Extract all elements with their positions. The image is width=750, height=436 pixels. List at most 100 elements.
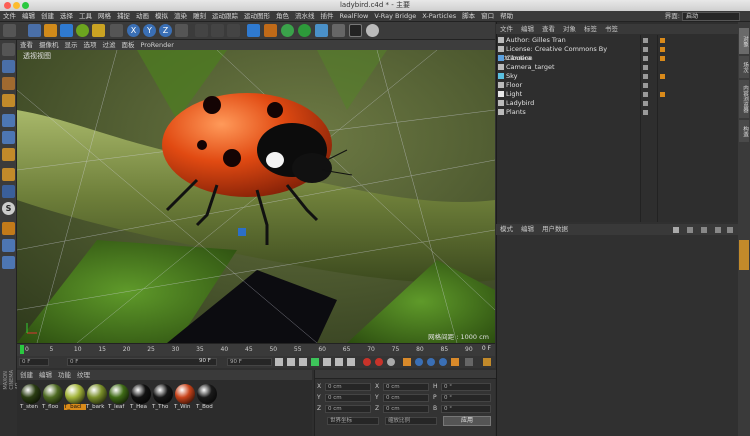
perspective-viewport[interactable]: 透视视图 网格间距 : 1000 cm xyxy=(17,50,495,343)
goto-start-icon[interactable] xyxy=(275,358,283,366)
play-icon[interactable] xyxy=(311,358,319,366)
menu-item-16[interactable]: RealFlow xyxy=(337,11,372,22)
lock-workplane-icon[interactable] xyxy=(2,222,15,235)
material-menu-item-2[interactable]: 功能 xyxy=(55,370,74,380)
material-swatch[interactable] xyxy=(131,384,151,404)
render-settings-icon[interactable] xyxy=(227,24,240,37)
visibility-toggle[interactable] xyxy=(643,47,648,52)
object-menu-item-3[interactable]: 对象 xyxy=(559,24,580,34)
object-row[interactable]: License: Creative Commons By Attribution xyxy=(498,45,638,62)
next-key-icon[interactable] xyxy=(335,358,343,366)
search-icon[interactable] xyxy=(701,227,707,233)
playhead[interactable] xyxy=(20,345,24,354)
parameter-key-icon[interactable] xyxy=(439,358,447,366)
position-key-icon[interactable] xyxy=(403,358,411,366)
menu-item-14[interactable]: 流水线 xyxy=(292,11,318,22)
scale-icon[interactable] xyxy=(60,24,73,37)
minimize-window-button[interactable] xyxy=(13,2,20,9)
menu-item-9[interactable]: 渲染 xyxy=(171,11,190,22)
light-icon[interactable] xyxy=(366,24,379,37)
rotation-field[interactable]: 0 ° xyxy=(441,394,491,402)
object-row[interactable]: Sky xyxy=(498,72,638,81)
quantize-icon[interactable] xyxy=(2,256,15,269)
object-row[interactable]: Camera xyxy=(498,54,638,63)
x-axis-icon[interactable]: X xyxy=(127,24,140,37)
menu-item-13[interactable]: 角色 xyxy=(273,11,292,22)
material-swatch[interactable] xyxy=(65,384,85,404)
rotation-key-icon[interactable] xyxy=(427,358,435,366)
key-selection-icon[interactable] xyxy=(387,358,395,366)
menu-item-2[interactable]: 创建 xyxy=(38,11,57,22)
menu-item-12[interactable]: 运动图形 xyxy=(241,11,273,22)
points-mode-icon[interactable] xyxy=(2,114,15,127)
visibility-toggle[interactable] xyxy=(643,65,648,70)
coordinate-system-icon[interactable] xyxy=(175,24,188,37)
tab-objects[interactable]: 对象 xyxy=(739,28,749,54)
menu-item-19[interactable]: 脚本 xyxy=(459,11,478,22)
array-icon[interactable] xyxy=(298,24,311,37)
scale-mode-select[interactable]: 缩放比例 xyxy=(385,417,437,425)
goto-end-icon[interactable] xyxy=(347,358,355,366)
scale-key-icon[interactable] xyxy=(415,358,423,366)
edges-mode-icon[interactable] xyxy=(2,131,15,144)
menu-item-4[interactable]: 工具 xyxy=(76,11,95,22)
select-arrow-icon[interactable] xyxy=(28,24,41,37)
object-menu-item-1[interactable]: 编辑 xyxy=(517,24,538,34)
menu-item-3[interactable]: 选择 xyxy=(57,11,76,22)
object-tag-icon[interactable] xyxy=(660,83,665,88)
attribute-menu-item-0[interactable]: 模式 xyxy=(496,224,517,235)
lock-icon[interactable] xyxy=(715,227,721,233)
object-tag-icon[interactable] xyxy=(660,101,665,106)
menu-item-8[interactable]: 模拟 xyxy=(152,11,171,22)
object-tag-icon[interactable] xyxy=(660,74,665,79)
rotate-icon[interactable] xyxy=(76,24,89,37)
material-menu-item-3[interactable]: 纹理 xyxy=(74,370,93,380)
material-swatch[interactable] xyxy=(175,384,195,404)
render-region-icon[interactable] xyxy=(195,24,208,37)
material-swatch[interactable] xyxy=(87,384,107,404)
object-menu-item-5[interactable]: 书签 xyxy=(601,24,622,34)
object-row[interactable]: Author: Gilles Tran xyxy=(498,36,638,45)
point-level-key-icon[interactable] xyxy=(451,358,459,366)
live-select-icon[interactable] xyxy=(110,24,123,37)
subdivision-icon[interactable] xyxy=(281,24,294,37)
up-arrow-icon[interactable] xyxy=(687,227,693,233)
size-field[interactable]: 0 cm xyxy=(383,405,429,413)
visibility-toggle[interactable] xyxy=(643,83,648,88)
object-menu-item-2[interactable]: 查看 xyxy=(538,24,559,34)
material-menu-item-1[interactable]: 编辑 xyxy=(36,370,55,380)
make-editable-icon[interactable] xyxy=(2,43,15,56)
viewport-menu-item-2[interactable]: 显示 xyxy=(62,40,81,50)
coordinate-space-select[interactable]: 世界坐标 xyxy=(327,417,379,425)
material-swatch[interactable] xyxy=(109,384,129,404)
position-field[interactable]: 0 cm xyxy=(325,383,371,391)
menu-item-7[interactable]: 动画 xyxy=(133,11,152,22)
object-tag-icon[interactable] xyxy=(660,65,665,70)
menu-item-0[interactable]: 文件 xyxy=(0,11,19,22)
viewport-menu-item-3[interactable]: 选项 xyxy=(81,40,100,50)
tweak-mode-icon[interactable] xyxy=(2,185,15,198)
cube-icon[interactable] xyxy=(247,24,260,37)
pen-icon[interactable] xyxy=(264,24,277,37)
new-panel-icon[interactable] xyxy=(727,227,733,233)
close-window-button[interactable] xyxy=(4,2,11,9)
move-icon[interactable] xyxy=(44,24,57,37)
visibility-toggle[interactable] xyxy=(643,110,648,115)
zoom-window-button[interactable] xyxy=(22,2,29,9)
apply-button[interactable]: 应用 xyxy=(443,416,491,426)
menu-item-5[interactable]: 网格 xyxy=(95,11,114,22)
layout-select[interactable]: 启动 xyxy=(682,12,740,21)
workplane-icon[interactable] xyxy=(2,94,15,107)
visibility-toggle[interactable] xyxy=(643,92,648,97)
recent-tool-icon[interactable] xyxy=(92,24,105,37)
visibility-toggle[interactable] xyxy=(643,101,648,106)
tab-content-browser[interactable]: 内容浏览器 xyxy=(739,80,749,118)
menu-item-10[interactable]: 雕刻 xyxy=(190,11,209,22)
object-row[interactable]: Plants xyxy=(498,108,638,117)
menu-item-21[interactable]: 帮助 xyxy=(497,11,516,22)
menu-item-6[interactable]: 捕捉 xyxy=(114,11,133,22)
size-field[interactable]: 0 cm xyxy=(383,383,429,391)
viewport-menu-item-4[interactable]: 过滤 xyxy=(100,40,119,50)
position-field[interactable]: 0 cm xyxy=(325,405,371,413)
size-field[interactable]: 0 cm xyxy=(383,394,429,402)
